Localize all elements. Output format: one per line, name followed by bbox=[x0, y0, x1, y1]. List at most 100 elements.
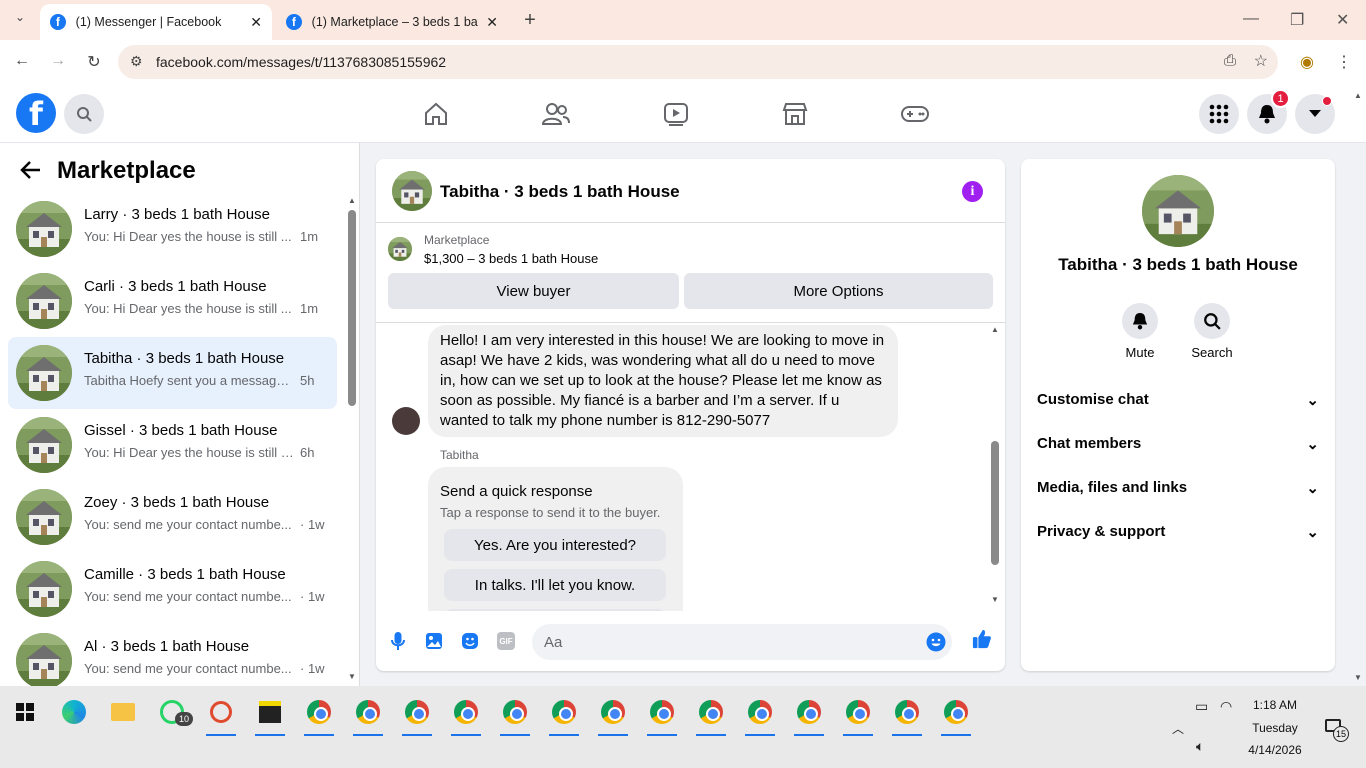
emoji-icon[interactable] bbox=[926, 632, 946, 652]
wifi-icon[interactable]: ◠ bbox=[1220, 698, 1232, 715]
search-in-chat-button[interactable]: Search bbox=[1182, 303, 1242, 360]
taskbar-whatsapp[interactable]: 10 bbox=[155, 694, 193, 730]
close-tab-icon[interactable]: ✕ bbox=[250, 14, 262, 31]
friends-icon bbox=[542, 103, 570, 125]
conversation-row[interactable]: Tabitha · 3 beds 1 bath House Tabitha Hoe… bbox=[8, 337, 337, 409]
view-buyer-button[interactable]: View buyer bbox=[388, 273, 679, 309]
quick-response-title: Send a quick response bbox=[440, 483, 593, 500]
chat-title[interactable]: Tabitha · 3 beds 1 bath House bbox=[440, 182, 680, 202]
tab-marketplace[interactable]: f (1) Marketplace – 3 beds 1 bath ✕ bbox=[276, 4, 508, 40]
taskbar-chrome-11[interactable] bbox=[792, 694, 826, 736]
new-tab-icon[interactable]: + bbox=[519, 9, 541, 32]
close-window-icon[interactable]: ✕ bbox=[1336, 10, 1349, 30]
section-chat-members[interactable]: Chat members ⌄ bbox=[1037, 435, 1319, 453]
message-input[interactable]: Aa bbox=[532, 624, 952, 660]
taskbar-sticky-notes[interactable] bbox=[253, 694, 287, 736]
conversation-avatar bbox=[16, 417, 72, 473]
nav-marketplace[interactable] bbox=[780, 99, 810, 129]
tab-messenger[interactable]: f (1) Messenger | Facebook ✕ bbox=[40, 4, 272, 40]
taskbar-chrome-7[interactable] bbox=[596, 694, 630, 736]
tab-search-icon[interactable]: ⌄ bbox=[9, 10, 31, 24]
taskbar-chrome-2[interactable] bbox=[351, 694, 385, 736]
tab-title: (1) Messenger | Facebook bbox=[75, 15, 222, 29]
scroll-down-arrow[interactable]: ▼ bbox=[348, 672, 356, 681]
menu-button[interactable] bbox=[1199, 94, 1239, 134]
restore-icon[interactable]: ❐ bbox=[1290, 10, 1304, 30]
taskbar-file-explorer[interactable] bbox=[106, 694, 140, 730]
taskbar-chrome-8[interactable] bbox=[645, 694, 679, 736]
site-info-icon[interactable]: ⚙ bbox=[130, 53, 143, 70]
taskbar-chrome-14[interactable] bbox=[939, 694, 973, 736]
list-scrollbar-thumb[interactable] bbox=[348, 210, 356, 406]
forward-icon[interactable]: → bbox=[47, 52, 69, 70]
close-tab-icon[interactable]: ✕ bbox=[486, 14, 498, 31]
battery-icon[interactable]: ▭ bbox=[1195, 698, 1208, 715]
taskbar-chrome-5[interactable] bbox=[498, 694, 532, 736]
sender-avatar[interactable] bbox=[392, 407, 420, 435]
taskbar-chrome-1[interactable] bbox=[302, 694, 336, 736]
conversation-row[interactable]: Carli · 3 beds 1 bath House You: Hi Dear … bbox=[8, 265, 337, 337]
taskbar-chrome-3[interactable] bbox=[400, 694, 434, 736]
conversation-row[interactable]: Zoey · 3 beds 1 bath House You: send me y… bbox=[8, 481, 337, 553]
url-field[interactable]: ⚙ facebook.com/messages/t/11376830851559… bbox=[118, 45, 1278, 79]
start-button[interactable] bbox=[8, 694, 42, 730]
nav-gaming[interactable] bbox=[900, 99, 930, 129]
section-privacy-support[interactable]: Privacy & support ⌄ bbox=[1037, 523, 1319, 541]
listing-thumbnail[interactable] bbox=[388, 237, 412, 261]
page-scroll-down-arrow[interactable]: ▼ bbox=[1354, 673, 1362, 682]
taskbar-chrome-12[interactable] bbox=[841, 694, 875, 736]
like-button[interactable] bbox=[972, 629, 992, 649]
facebook-logo[interactable]: f bbox=[16, 93, 56, 133]
clock-day[interactable]: Tuesday bbox=[1244, 721, 1306, 735]
reload-icon[interactable]: ↻ bbox=[83, 52, 105, 72]
conversation-row[interactable]: Gissel · 3 beds 1 bath House You: Hi Dear… bbox=[8, 409, 337, 481]
thread-scroll-up-arrow[interactable]: ▲ bbox=[991, 325, 999, 334]
taskbar-chrome-4[interactable] bbox=[449, 694, 483, 736]
taskbar-chrome-6[interactable] bbox=[547, 694, 581, 736]
quick-response-subtitle: Tap a response to send it to the buyer. bbox=[440, 505, 661, 520]
minimize-icon[interactable]: — bbox=[1243, 10, 1259, 28]
clock-date[interactable]: 4/14/2026 bbox=[1244, 743, 1306, 757]
conversation-row[interactable]: Camille · 3 beds 1 bath House You: send m… bbox=[8, 553, 337, 625]
scroll-up-arrow[interactable]: ▲ bbox=[348, 196, 356, 205]
taskbar-paint[interactable] bbox=[204, 694, 238, 736]
quick-response-in-talks-button[interactable]: In talks. I'll let you know. bbox=[444, 569, 666, 601]
info-icon[interactable]: i bbox=[962, 181, 983, 202]
nav-home[interactable] bbox=[421, 99, 451, 129]
conversation-row[interactable]: Al · 3 beds 1 bath House You: send me you… bbox=[8, 625, 337, 686]
profile-icon[interactable]: ◉ bbox=[1296, 52, 1318, 72]
more-options-button[interactable]: More Options bbox=[684, 273, 993, 309]
conversation-avatar bbox=[16, 201, 72, 257]
bookmark-star-icon[interactable]: ☆ bbox=[1254, 51, 1268, 71]
search-button[interactable] bbox=[64, 94, 104, 134]
thread-scrollbar-thumb[interactable] bbox=[991, 441, 999, 565]
section-customise-chat[interactable]: Customise chat ⌄ bbox=[1037, 391, 1319, 409]
browser-menu-icon[interactable]: ⋮ bbox=[1333, 52, 1355, 72]
taskbar-chrome-10[interactable] bbox=[743, 694, 777, 736]
clock-time[interactable]: 1:18 AM bbox=[1244, 698, 1306, 712]
chat-avatar[interactable] bbox=[392, 171, 432, 211]
listing-title[interactable]: $1,300 – 3 beds 1 bath House bbox=[424, 251, 598, 266]
sticker-button[interactable] bbox=[460, 631, 480, 651]
volume-icon[interactable]: 🔈︎ bbox=[1196, 738, 1204, 755]
conversation-row[interactable]: Larry · 3 beds 1 bath House You: Hi Dear … bbox=[8, 193, 337, 265]
gif-button[interactable]: GIF bbox=[496, 631, 516, 651]
profile-avatar[interactable] bbox=[1142, 175, 1214, 247]
taskbar-edge[interactable] bbox=[57, 694, 91, 730]
page-scroll-up-arrow[interactable]: ▲ bbox=[1354, 91, 1362, 100]
edge-icon bbox=[62, 700, 86, 724]
section-media-files-links[interactable]: Media, files and links ⌄ bbox=[1037, 479, 1319, 497]
mute-button[interactable]: Mute bbox=[1110, 303, 1170, 360]
nav-friends[interactable] bbox=[541, 99, 571, 129]
chevron-up-icon[interactable]: ︿ bbox=[1172, 720, 1184, 737]
nav-video[interactable] bbox=[661, 99, 691, 129]
attach-photo-button[interactable] bbox=[424, 631, 444, 651]
back-button[interactable] bbox=[20, 159, 42, 186]
thread-scroll-down-arrow[interactable]: ▼ bbox=[991, 595, 999, 604]
taskbar-chrome-9[interactable] bbox=[694, 694, 728, 736]
quick-response-yes-button[interactable]: Yes. Are you interested? bbox=[444, 529, 666, 561]
install-app-icon[interactable]: ⎙ bbox=[1224, 52, 1236, 69]
back-icon[interactable]: ← bbox=[11, 52, 33, 70]
taskbar-chrome-13[interactable] bbox=[890, 694, 924, 736]
voice-clip-button[interactable] bbox=[388, 631, 408, 651]
